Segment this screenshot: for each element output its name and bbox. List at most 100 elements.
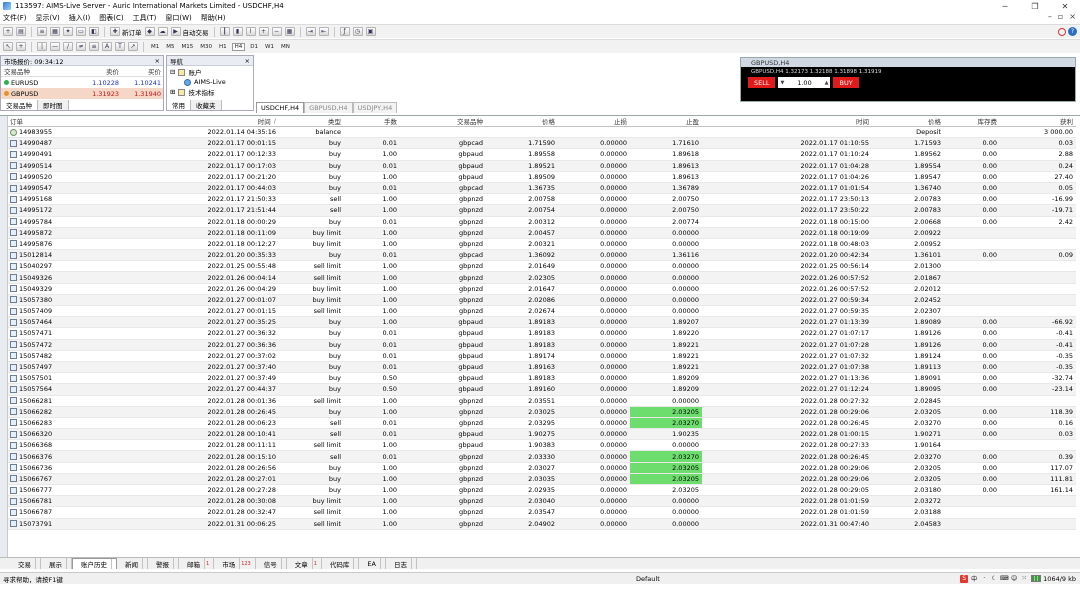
menu-insert[interactable]: 插入(I) xyxy=(69,13,91,23)
chevron-down-icon[interactable]: ▼ xyxy=(780,80,784,86)
sell-button[interactable]: SELL xyxy=(748,77,776,88)
terminal-tab-1[interactable]: 展示 xyxy=(41,558,72,569)
chart-tab-usdchf[interactable]: USDCHF,H4 xyxy=(256,102,305,113)
fibonacci-icon[interactable]: ≡ xyxy=(89,42,99,51)
tester-icon[interactable]: ◧ xyxy=(89,27,99,36)
profiles-icon[interactable]: ▤ xyxy=(16,27,26,36)
table-row[interactable]: 14995872 2022.01.18 00:11:09 buy limit 1.00… xyxy=(8,227,1076,239)
table-row[interactable]: 15066376 2022.01.28 00:15:10 sell 0.01 gbpnz… xyxy=(8,451,1076,463)
table-row[interactable]: 15057564 2022.01.27 00:44:37 buy 0.50 gbpaud… xyxy=(8,384,1076,396)
col-take-profit[interactable]: 止盈 xyxy=(630,116,702,126)
table-row[interactable]: 14990520 2022.01.17 00:21:20 buy 1.00 gbpaud… xyxy=(8,172,1076,183)
table-row[interactable]: 15057497 2022.01.27 00:37:40 buy 0.01 gbpaud… xyxy=(8,361,1076,374)
mdi-minimize-icon[interactable]: – xyxy=(1048,12,1052,21)
minimize-icon[interactable]: ─ xyxy=(990,0,1020,12)
col-profit[interactable]: 获利 xyxy=(1000,116,1076,126)
table-row[interactable]: 15049329 2022.01.26 00:04:29 buy limit 1.00… xyxy=(8,284,1076,295)
user-icon[interactable]: ☺ xyxy=(1010,575,1018,583)
col-type[interactable]: 类型 xyxy=(278,116,344,126)
terminal-tab-5[interactable]: 邮箱 1 xyxy=(179,558,215,569)
tab-common[interactable]: 常用 xyxy=(167,100,191,110)
table-row[interactable]: 15066282 2022.01.28 00:26:45 buy 1.00 gbpnzd… xyxy=(8,406,1076,418)
table-row[interactable]: 15073791 2022.01.31 00:06:25 sell limit 1.0… xyxy=(8,518,1076,530)
chart-shift-icon[interactable]: ⇤ xyxy=(318,27,329,36)
table-row[interactable]: 15057501 2022.01.27 00:37:49 buy 0.50 gbpaud… xyxy=(8,373,1076,385)
expand-icon[interactable]: ⊞ xyxy=(170,88,175,96)
table-row[interactable]: 15066777 2022.01.28 00:27:28 buy 1.00 gbpnzd… xyxy=(8,485,1076,497)
tf-h1[interactable]: H1 xyxy=(217,44,229,50)
menu-file[interactable]: 文件(F) xyxy=(3,13,27,23)
menu-tools[interactable]: 工具(T) xyxy=(133,13,157,23)
table-row[interactable]: 15066320 2022.01.28 00:10:41 sell 0.01 gbpau… xyxy=(8,429,1076,441)
auto-scroll-icon[interactable]: ⇥ xyxy=(305,27,316,36)
terminal-tab-8[interactable]: 文章 1 xyxy=(287,558,322,569)
col-price[interactable]: 价格 xyxy=(486,116,558,126)
terminal-tab-3[interactable]: 新闻 xyxy=(117,558,148,569)
horizontal-line-icon[interactable]: — xyxy=(50,42,60,51)
crosshair-icon[interactable]: + xyxy=(16,42,26,51)
tf-d1[interactable]: D1 xyxy=(248,44,260,50)
terminal-tab-4[interactable]: 警报 xyxy=(148,558,179,569)
nav-item-accounts[interactable]: ⊟ 账户 xyxy=(170,67,253,77)
terminal-icon[interactable]: ▭ xyxy=(76,27,86,36)
trendline-icon[interactable]: / xyxy=(63,42,73,51)
col-symbol[interactable]: 交易品种 xyxy=(1,66,73,76)
candle-chart-icon[interactable]: ▮ xyxy=(232,27,243,36)
table-row[interactable]: 15066781 2022.01.28 00:30:08 buy limit 1.00… xyxy=(8,496,1076,508)
new-order-button[interactable]: ✚ 新订单 xyxy=(110,27,142,37)
close-icon[interactable]: × xyxy=(245,57,250,65)
table-row[interactable]: 15066283 2022.01.28 00:06:23 sell 0.01 gbpnz… xyxy=(8,417,1076,430)
table-row[interactable]: 15066767 2022.01.28 00:27:01 buy 1.00 gbpnzd… xyxy=(8,473,1076,485)
terminal-tab-2[interactable]: 账户历史 xyxy=(72,558,117,569)
keyboard-icon[interactable]: ⌨ xyxy=(1000,575,1009,583)
col-size[interactable]: 手数 xyxy=(344,116,400,126)
chart-tab-usdjpy[interactable]: USDJPY,H4 xyxy=(352,102,398,113)
periods-icon[interactable]: ◷ xyxy=(352,27,363,36)
table-row[interactable]: 14995784 2022.01.18 00:00:29 buy 0.01 gbpnzd… xyxy=(8,217,1076,228)
menu-window[interactable]: 窗口(W) xyxy=(165,13,191,23)
col-close-price[interactable]: 价格 xyxy=(872,116,944,126)
mdi-restore-icon[interactable]: ▫ xyxy=(1058,12,1063,21)
col-bid[interactable]: 卖价 xyxy=(73,66,119,76)
ime-mode-icon[interactable]: 中 xyxy=(970,575,978,583)
col-swap[interactable]: 库存费 xyxy=(944,116,1000,126)
indicators-icon[interactable]: ƒ xyxy=(339,27,350,36)
zoom-out-icon[interactable]: − xyxy=(271,27,282,36)
table-row[interactable]: 14983955 2022.01.14 04:35:16 balance Deposi… xyxy=(8,127,1076,139)
label-icon[interactable]: T xyxy=(115,42,125,51)
buy-button[interactable]: BUY xyxy=(833,77,859,88)
table-row[interactable]: 14990491 2022.01.17 00:12:33 buy 1.00 gbpaud… xyxy=(8,149,1076,161)
terminal-tab-10[interactable]: EA xyxy=(359,558,386,569)
chart-tab-gbpusd[interactable]: GBPUSD,H4 xyxy=(304,102,353,113)
table-row[interactable]: 15066368 2022.01.28 00:11:11 sell limit 1.0… xyxy=(8,440,1076,452)
chevron-up-icon[interactable]: ▲ xyxy=(825,80,829,86)
templates-icon[interactable]: ▣ xyxy=(365,27,376,36)
nav-item-server[interactable]: AIMS-Live xyxy=(170,77,253,87)
market-watch-icon[interactable]: ≡ xyxy=(37,27,47,36)
table-row[interactable]: 15066281 2022.01.28 00:01:36 sell limit 1.0… xyxy=(8,396,1076,407)
punctuation-icon[interactable]: · xyxy=(980,575,988,583)
table-row[interactable]: 15057471 2022.01.27 00:36:32 buy 0.01 gbpaud… xyxy=(8,328,1076,340)
tf-m15[interactable]: M15 xyxy=(180,44,196,50)
line-chart-icon[interactable]: ⌇ xyxy=(245,27,256,36)
help-icon[interactable]: ? xyxy=(1068,27,1077,36)
table-row[interactable]: 15057464 2022.01.27 00:35:25 buy 1.00 gbpaud… xyxy=(8,317,1076,329)
new-chart-icon[interactable]: + xyxy=(3,27,13,36)
tf-m5[interactable]: M5 xyxy=(164,44,176,50)
tf-mn[interactable]: MN xyxy=(279,44,292,50)
apps-icon[interactable]: ⁙ xyxy=(1020,575,1028,583)
search-icon[interactable] xyxy=(1058,28,1066,36)
close-icon[interactable]: × xyxy=(155,57,160,65)
bar-chart-icon[interactable]: ┃ xyxy=(219,27,230,36)
navigator-icon[interactable]: ✦ xyxy=(63,27,73,36)
terminal-tab-9[interactable]: 代码库 xyxy=(322,558,360,569)
arrows-icon[interactable]: ↗ xyxy=(128,42,138,51)
moon-icon[interactable]: ☾ xyxy=(990,575,998,583)
market-watch-row[interactable]: EURUSD 1.10228 1.10241 xyxy=(1,77,163,88)
auto-trading-button[interactable]: ▶ 自动交易 xyxy=(170,27,209,37)
table-row[interactable]: 15066787 2022.01.28 00:32:47 sell limit 1.0… xyxy=(8,507,1076,519)
col-symbol[interactable]: 交易品种 xyxy=(400,116,486,126)
tf-m1[interactable]: M1 xyxy=(149,44,161,50)
col-time[interactable]: 时间 / xyxy=(66,116,278,126)
menu-view[interactable]: 显示(V) xyxy=(36,13,60,23)
